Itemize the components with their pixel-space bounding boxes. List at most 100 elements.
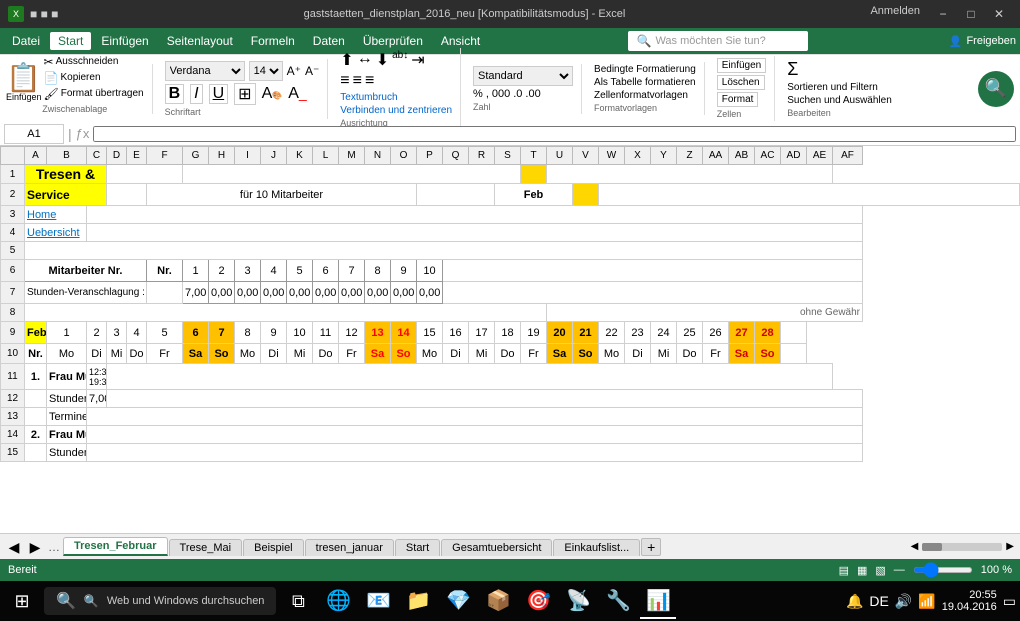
format-btn[interactable]: Format (717, 92, 759, 107)
col-o[interactable]: O (391, 147, 417, 165)
scroll-thumb[interactable] (922, 543, 942, 551)
border-btn[interactable]: ⊞ (234, 83, 255, 105)
search-taskbar[interactable]: 🔍🔍 Web und Windows durchsuchen (44, 587, 276, 615)
col-p[interactable]: P (417, 147, 443, 165)
cell-service[interactable]: Service (25, 184, 107, 206)
font-color-btn[interactable]: A_ (288, 85, 306, 103)
view-layout-btn[interactable]: ▦ (857, 564, 867, 577)
col-r[interactable]: R (469, 147, 495, 165)
sort-filter-btn[interactable]: Sortieren und Filtern (787, 82, 892, 93)
col-x[interactable]: X (625, 147, 651, 165)
comma-btn[interactable]: , (486, 88, 489, 100)
col-a[interactable]: A (25, 147, 47, 165)
col-l[interactable]: L (313, 147, 339, 165)
tab-tresen-februar[interactable]: Tresen_Februar (63, 537, 168, 556)
font-name-select[interactable]: Verdana (165, 61, 245, 81)
increase-font-btn[interactable]: A⁺ (287, 64, 301, 78)
scroll-right-btn[interactable]: ▶ (1006, 541, 1014, 552)
col-h[interactable]: H (209, 147, 235, 165)
tab-dots[interactable]: … (46, 538, 62, 556)
align-left-btn[interactable]: ≡ (340, 72, 349, 90)
taskbar-dropbox[interactable]: 💎 (440, 583, 476, 619)
align-top-btn[interactable]: ⬆ (340, 50, 353, 70)
paste-btn[interactable]: 📋 Einfügen (6, 64, 42, 102)
taskbar-volume[interactable]: 🔊 (895, 593, 912, 610)
cond-format-btn[interactable]: Bedingte Formatierung (594, 64, 696, 75)
tab-beispiel[interactable]: Beispiel (243, 539, 304, 556)
col-b[interactable]: B (47, 147, 87, 165)
prev-tab-btn[interactable]: ◀ (4, 538, 24, 556)
col-m[interactable]: M (339, 147, 365, 165)
taskbar-amazon[interactable]: 📦 (480, 583, 516, 619)
cell-uebersicht[interactable]: Uebersicht (25, 224, 87, 242)
taskbar-app5[interactable]: 🎯 (520, 583, 556, 619)
cell-reference-box[interactable] (4, 124, 64, 144)
align-bottom-btn[interactable]: ⬇ (376, 50, 389, 70)
taskbar-edge[interactable]: 🌐 (320, 583, 356, 619)
zoom-slider[interactable] (913, 567, 973, 573)
taskbar-app6[interactable]: 📡 (560, 583, 596, 619)
align-middle-btn[interactable]: ↔ (357, 50, 373, 70)
taskbar-app7[interactable]: 🔧 (600, 583, 636, 619)
col-ad[interactable]: AD (781, 147, 807, 165)
minimize-btn[interactable]: − (930, 5, 956, 23)
sign-in-btn[interactable]: Anmelden (870, 5, 920, 23)
title-controls[interactable]: Anmelden − □ ✕ (870, 5, 1012, 23)
indent-btn[interactable]: ⇥ (411, 50, 424, 70)
col-ac[interactable]: AC (755, 147, 781, 165)
tab-trese-mai[interactable]: Trese_Mai (169, 539, 243, 556)
col-e[interactable]: E (127, 147, 147, 165)
menu-einfuegen[interactable]: Einfügen (93, 32, 156, 50)
taskbar-action-center[interactable]: ▭ (1003, 593, 1016, 610)
restore-btn[interactable]: □ (958, 5, 984, 23)
taskbar-network[interactable]: 📶 (918, 593, 935, 610)
delete-btn[interactable]: Löschen (717, 75, 765, 90)
col-y[interactable]: Y (651, 147, 677, 165)
dec-dec-btn[interactable]: .00 (525, 88, 540, 100)
insert-btn[interactable]: Einfügen (717, 58, 766, 73)
cell-tresen[interactable]: Tresen & (25, 165, 107, 184)
scroll-left-btn[interactable]: ◀ (911, 541, 919, 552)
underline-btn[interactable]: U (209, 84, 229, 104)
percent-btn[interactable]: % (473, 88, 483, 100)
fill-color-btn[interactable]: A🎨 (262, 85, 283, 103)
merge-center-btn[interactable]: Verbinden und zentrieren (340, 105, 452, 116)
col-s[interactable]: S (495, 147, 521, 165)
menu-datei[interactable]: Datei (4, 32, 48, 50)
menu-seitenlayout[interactable]: Seitenlayout (159, 32, 241, 50)
col-w[interactable]: W (599, 147, 625, 165)
col-u[interactable]: U (547, 147, 573, 165)
col-v[interactable]: V (573, 147, 599, 165)
taskbar-notification[interactable]: 🔔 (846, 593, 863, 610)
cell-styles-btn[interactable]: Zellenformatvorlagen (594, 90, 696, 101)
italic-btn[interactable]: I (190, 84, 202, 104)
format-painter-btn[interactable]: 🖌Format übertragen (44, 87, 144, 101)
col-ab[interactable]: AB (729, 147, 755, 165)
view-page-btn[interactable]: ▧ (875, 564, 885, 577)
col-f[interactable]: F (147, 147, 183, 165)
col-z[interactable]: Z (677, 147, 703, 165)
format-table-btn[interactable]: Als Tabelle formatieren (594, 77, 696, 88)
col-c[interactable]: C (87, 147, 107, 165)
ribbon-search[interactable]: Was möchten Sie tun? (655, 35, 765, 47)
cell-home[interactable]: Home (25, 206, 87, 224)
tab-start[interactable]: Start (395, 539, 440, 556)
next-tab-btn[interactable]: ▶ (25, 538, 45, 556)
col-aa[interactable]: AA (703, 147, 729, 165)
col-af[interactable]: AF (833, 147, 863, 165)
task-view-btn[interactable]: ⧉ (280, 583, 316, 619)
align-center-btn[interactable]: ≡ (353, 72, 362, 90)
col-ae[interactable]: AE (807, 147, 833, 165)
sum-btn[interactable]: Σ (787, 59, 892, 80)
copy-btn[interactable]: 📄Kopieren (44, 71, 144, 85)
taskbar-explorer[interactable]: 📁 (400, 583, 436, 619)
tab-einkaufslist[interactable]: Einkaufslist... (553, 539, 640, 556)
close-btn[interactable]: ✕ (986, 5, 1012, 23)
dec-inc-btn[interactable]: .0 (513, 88, 522, 100)
menu-start[interactable]: Start (50, 32, 91, 50)
wrap-text-btn[interactable]: Textumbruch (340, 92, 452, 103)
thousands-btn[interactable]: 000 (492, 88, 510, 100)
align-right-btn[interactable]: ≡ (365, 72, 374, 90)
tab-tresen-januar[interactable]: tresen_januar (305, 539, 394, 556)
col-j[interactable]: J (261, 147, 287, 165)
